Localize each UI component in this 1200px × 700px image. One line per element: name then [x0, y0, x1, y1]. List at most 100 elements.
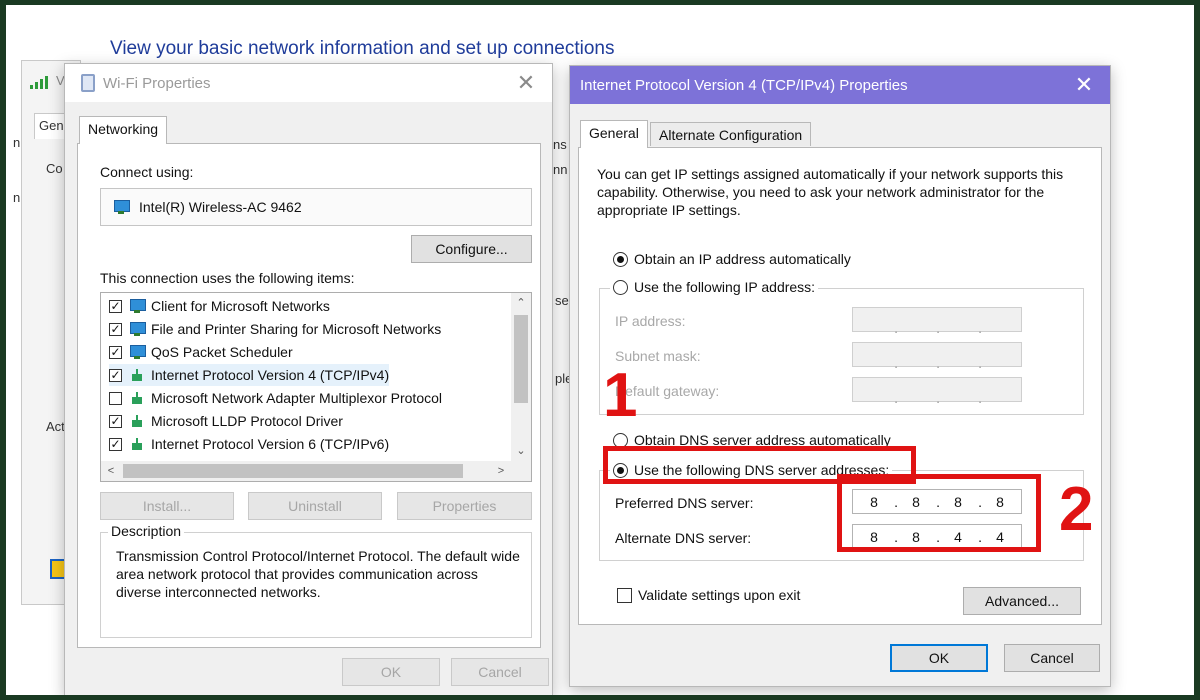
network-center-heading: View your basic network information and … — [110, 38, 615, 59]
connect-using-label: Connect using: — [100, 164, 194, 180]
ip-address-field[interactable]: ... — [852, 307, 1022, 336]
bg-fragment-nn: nn — [553, 162, 568, 177]
obtain-dns-auto-label: Obtain DNS server address automatically — [634, 432, 891, 448]
install-button[interactable]: Install... — [100, 492, 234, 520]
properties-button[interactable]: Properties — [397, 492, 532, 520]
items-label: This connection uses the following items… — [100, 270, 355, 286]
list-item[interactable]: ✓ Microsoft LLDP Protocol Driver — [109, 410, 343, 432]
tab-networking[interactable]: Networking — [79, 116, 168, 144]
ipv4-titlebar: Internet Protocol Version 4 (TCP/IPv4) P… — [570, 66, 1110, 104]
advanced-button[interactable]: Advanced... — [963, 587, 1081, 615]
bg-fragment-se: se — [555, 293, 569, 308]
ipv4-properties-dialog: Internet Protocol Version 4 (TCP/IPv4) P… — [569, 65, 1111, 687]
item-checkbox[interactable]: ✓ — [109, 322, 122, 336]
uninstall-button[interactable]: Uninstall — [248, 492, 382, 520]
chevron-left-icon[interactable]: < — [101, 461, 121, 481]
protocol-icon — [129, 391, 145, 405]
description-text: Transmission Control Protocol/Internet P… — [116, 548, 520, 600]
item-label: Microsoft LLDP Protocol Driver — [151, 413, 343, 429]
list-item[interactable]: ✓ Client for Microsoft Networks — [109, 295, 330, 317]
close-icon[interactable]: ✕ — [1072, 73, 1096, 97]
item-checkbox[interactable]: ✓ — [109, 345, 122, 359]
ip-address-label: IP address: — [615, 313, 686, 329]
alternate-dns-field[interactable]: 8.8.4.4 — [852, 524, 1022, 549]
validate-checkbox[interactable] — [617, 587, 632, 603]
protocol-icon — [129, 437, 145, 451]
list-item[interactable]: ✓ File and Printer Sharing for Microsoft … — [109, 318, 441, 340]
list-item[interactable]: Microsoft Network Adapter Multiplexor Pr… — [109, 387, 442, 409]
item-label: Microsoft Network Adapter Multiplexor Pr… — [151, 390, 442, 406]
network-adapter-icon — [81, 74, 95, 92]
general-panel: You can get IP settings assigned automat… — [578, 147, 1102, 625]
bg-fragment-ns: ns — [553, 137, 567, 152]
radio-selected[interactable] — [613, 251, 628, 267]
protocol-icon — [129, 414, 145, 428]
alternate-dns-label: Alternate DNS server: — [615, 530, 752, 546]
validate-settings-option[interactable]: Validate settings upon exit — [617, 587, 800, 603]
chevron-right-icon[interactable]: > — [491, 461, 511, 481]
scroll-thumb[interactable] — [123, 464, 463, 478]
chevron-down-icon[interactable]: ⌄ — [511, 441, 531, 461]
screenshot-canvas: View your basic network information and … — [6, 5, 1194, 695]
status-activity-fragment: Act — [46, 419, 65, 434]
wifi-dialog-title: Wi-Fi Properties — [103, 74, 211, 92]
wifi-properties-dialog: Wi-Fi Properties ✕ Networking Connect us… — [64, 63, 553, 695]
item-checkbox[interactable]: ✓ — [109, 414, 122, 428]
wifi-titlebar: Wi-Fi Properties ✕ — [65, 64, 552, 102]
item-checkbox[interactable]: ✓ — [109, 299, 122, 313]
status-connection-fragment: Co — [46, 161, 63, 176]
computer-network-icon — [129, 299, 146, 313]
configure-button[interactable]: Configure... — [411, 235, 532, 263]
item-label: File and Printer Sharing for Microsoft N… — [151, 321, 442, 337]
validate-label: Validate settings upon exit — [638, 587, 801, 603]
list-item-selected[interactable]: ✓ Internet Protocol Version 4 (TCP/IPv4) — [109, 364, 390, 386]
radio-selected[interactable] — [613, 462, 628, 478]
tab-alternate-configuration[interactable]: Alternate Configuration — [650, 122, 812, 146]
computer-network-icon — [129, 345, 146, 359]
use-dns-manual-label: Use the following DNS server addresses: — [634, 462, 890, 478]
networking-panel: Connect using: Intel(R) Wireless-AC 9462… — [77, 143, 541, 648]
item-checkbox[interactable] — [109, 391, 122, 405]
ok-button[interactable]: OK — [342, 658, 440, 686]
cancel-button[interactable]: Cancel — [1004, 644, 1100, 672]
list-vertical-scrollbar[interactable]: ⌃ ⌄ — [511, 293, 531, 461]
ok-button[interactable]: OK — [890, 644, 988, 672]
preferred-dns-field[interactable]: 8.8.8.8 — [852, 489, 1022, 514]
close-icon[interactable]: ✕ — [514, 71, 538, 95]
edge-fragment: n — [13, 190, 21, 205]
use-dns-manual-option[interactable]: Use the following DNS server addresses: — [610, 462, 893, 478]
obtain-ip-auto-label: Obtain an IP address automatically — [634, 251, 851, 267]
default-gateway-label: Default gateway: — [615, 383, 720, 399]
radio-unselected[interactable] — [613, 432, 628, 448]
list-horizontal-scrollbar[interactable]: < > — [101, 461, 531, 481]
network-adapter-icon — [113, 200, 130, 214]
connection-items-list[interactable]: ✓ Client for Microsoft Networks ✓ File and… — [100, 292, 532, 482]
item-checkbox[interactable]: ✓ — [109, 437, 122, 451]
item-label: Internet Protocol Version 6 (TCP/IPv6) — [151, 436, 390, 452]
ipv4-dialog-title: Internet Protocol Version 4 (TCP/IPv4) P… — [580, 76, 908, 94]
adapter-field: Intel(R) Wireless-AC 9462 — [100, 188, 532, 226]
list-item[interactable]: ✓ Internet Protocol Version 6 (TCP/IPv6) — [109, 433, 389, 455]
item-label: QoS Packet Scheduler — [151, 344, 293, 360]
ip-settings-info: You can get IP settings assigned automat… — [597, 166, 1064, 218]
item-checkbox[interactable]: ✓ — [109, 368, 122, 382]
obtain-ip-auto-option[interactable]: Obtain an IP address automatically — [613, 251, 851, 267]
tab-general[interactable]: General — [580, 120, 648, 148]
signal-strength-icon — [30, 75, 52, 89]
chevron-up-icon[interactable]: ⌃ — [511, 293, 531, 313]
computer-network-icon — [129, 322, 146, 336]
list-item[interactable]: ✓ QoS Packet Scheduler — [109, 341, 293, 363]
use-ip-manual-label: Use the following IP address: — [634, 279, 816, 295]
protocol-icon — [129, 368, 145, 382]
radio-unselected[interactable] — [613, 279, 628, 295]
description-label: Description — [108, 523, 185, 539]
default-gateway-field[interactable]: ... — [852, 377, 1022, 406]
obtain-dns-auto-option[interactable]: Obtain DNS server address automatically — [613, 432, 891, 448]
adapter-name: Intel(R) Wireless-AC 9462 — [139, 199, 302, 215]
cancel-button[interactable]: Cancel — [451, 658, 549, 686]
edge-fragment: n — [13, 135, 21, 150]
subnet-mask-field[interactable]: ... — [852, 342, 1022, 371]
scroll-thumb[interactable] — [514, 315, 528, 403]
item-label: Internet Protocol Version 4 (TCP/IPv4) — [151, 367, 390, 383]
use-ip-manual-option[interactable]: Use the following IP address: — [610, 279, 819, 295]
